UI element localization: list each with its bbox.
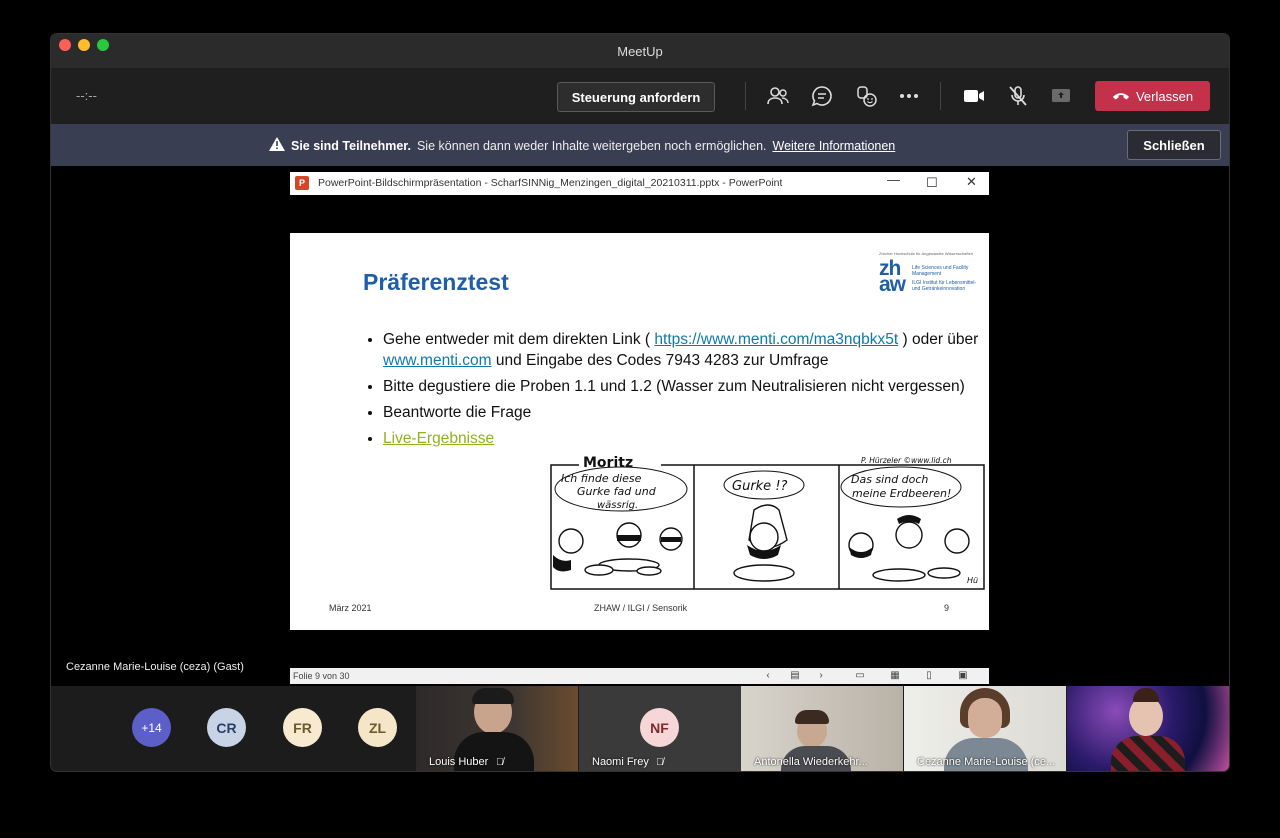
comic-panel2-text: Gurke !?	[732, 479, 788, 494]
participant-avatar-fr[interactable]: FR	[283, 708, 322, 747]
phone-icon	[1112, 89, 1130, 104]
restore-icon: ☐	[926, 175, 938, 190]
tile-name: Naomi Frey	[592, 756, 649, 768]
reactions-icon[interactable]	[854, 84, 878, 108]
participant-avatar-cr[interactable]: CR	[207, 708, 246, 747]
live-results-link[interactable]: Live-Ergebnisse	[383, 430, 494, 447]
video-tile-galaxy[interactable]	[1067, 686, 1229, 771]
participant-strip: +14 CR FR ZL Louis Huber 🎙̸ NF Naomi Fre…	[51, 686, 1229, 771]
minimize-icon: —	[887, 172, 900, 187]
more-info-link[interactable]: Weitere Informationen	[773, 139, 896, 153]
moritz-comic: Moritz P. Hürzeler ©www.lid.ch Ich finde…	[550, 455, 985, 590]
bullet-taste: Bitte degustiere die Proben 1.1 und 1.2 …	[383, 376, 983, 397]
close-banner-button[interactable]: Schließen	[1127, 130, 1221, 160]
toolbar-separator	[745, 82, 746, 110]
participant-avatar-zl[interactable]: ZL	[358, 708, 397, 747]
slide-counter: Folie 9 von 30	[293, 671, 350, 681]
window-title: MeetUp	[617, 44, 663, 59]
participant-video	[1129, 696, 1163, 736]
normal-view-icon: ▭	[855, 670, 865, 681]
banner-bold: Sie sind Teilnehmer.	[291, 138, 411, 153]
slide-title: Präferenztest	[363, 269, 509, 295]
video-tile-cezanne[interactable]: Cezanne Marie-Louise (ce...	[904, 686, 1066, 771]
title-bar: MeetUp	[51, 34, 1229, 68]
meeting-toolbar: --:-- Steuerung anfordern Verlassen	[51, 68, 1229, 124]
presenter-name: Cezanne Marie-Louise (ceza) (Gast)	[66, 661, 244, 673]
bullet-answer: Beantworte die Frage	[383, 402, 983, 423]
comic-panel1-line1: Ich finde diese	[561, 472, 642, 485]
leave-label: Verlassen	[1135, 88, 1194, 104]
comic-credit: P. Hürzeler ©www.lid.ch	[861, 456, 952, 465]
close-icon: ✕	[966, 174, 977, 189]
comic-panel3-line2: meine Erdbeeren!	[852, 487, 951, 500]
slide-footer-center: ZHAW / ILGI / Sensorik	[594, 603, 688, 613]
people-icon[interactable]	[766, 84, 790, 108]
shared-screen: P PowerPoint-Bildschirmpräsentation - Sc…	[51, 166, 1229, 686]
prev-slide-icon: ‹	[766, 670, 770, 681]
video-tile-naomi[interactable]: NF Naomi Frey 🎙̸	[579, 686, 741, 771]
slide-date: März 2021	[329, 603, 372, 613]
comic-panel1-line2: Gurke fad und	[577, 485, 657, 498]
powerpoint-logo-icon: P	[295, 176, 309, 190]
logo-text: Life Sciences und Facility Management IL…	[912, 265, 977, 292]
menti-link[interactable]: www.menti.com	[383, 352, 492, 369]
banner-text: Sie können dann weder Inhalte weitergebe…	[416, 138, 767, 153]
more-participants-badge[interactable]: +14	[132, 708, 171, 747]
zhaw-logo: Zürcher Hochschule für Angewandte Wissen…	[879, 251, 979, 295]
mic-off-icon: 🎙̸	[656, 757, 664, 768]
video-tile-louis[interactable]: Louis Huber 🎙̸	[416, 686, 578, 771]
comic-signature: Hü	[967, 576, 978, 585]
leave-button[interactable]: Verlassen	[1095, 81, 1210, 111]
participant-banner: Sie sind Teilnehmer. Sie können dann wed…	[51, 124, 1229, 166]
request-control-button[interactable]: Steuerung anfordern	[557, 82, 715, 112]
bullet-live: Live-Ergebnisse	[383, 428, 983, 449]
share-icon[interactable]	[1049, 84, 1073, 108]
bullet-menti: Gehe entweder mit dem direkten Link ( ht…	[383, 329, 983, 371]
menti-direct-link[interactable]: https://www.menti.com/ma3nqbkx5t	[654, 331, 898, 348]
participant-avatar-nf: NF	[640, 708, 679, 747]
powerpoint-statusbar: Folie 9 von 30 ‹ ▤ › ▭ ▦ ▯ ▣	[290, 668, 989, 684]
slide-menu-icon: ▤	[790, 670, 800, 681]
powerpoint-titlebar: P PowerPoint-Bildschirmpräsentation - Sc…	[290, 172, 989, 195]
slideshow-view-icon: ▣	[958, 670, 968, 681]
logo-tiny-text: Zürcher Hochschule für Angewandte Wissen…	[879, 251, 974, 256]
more-icon[interactable]	[897, 84, 921, 108]
camera-icon[interactable]	[962, 84, 986, 108]
toolbar-separator	[940, 82, 941, 110]
chat-icon[interactable]	[810, 84, 834, 108]
next-slide-icon: ›	[819, 670, 823, 681]
tile-name: Louis Huber	[429, 756, 489, 768]
tile-name: Antonella Wiederkehr...	[754, 756, 868, 768]
logo-mark: zh aw	[879, 257, 906, 296]
mic-off-icon[interactable]	[1006, 84, 1030, 108]
slide-number: 9	[944, 603, 950, 613]
powerpoint-title: PowerPoint-Bildschirmpräsentation - Scha…	[318, 177, 783, 189]
meeting-window: MeetUp --:-- Steuerung anfordern Verlass…	[51, 34, 1229, 771]
reading-view-icon: ▯	[926, 670, 932, 681]
banner-message: Sie sind Teilnehmer. Sie können dann wed…	[269, 137, 895, 154]
comic-panel3-line1: Das sind doch	[851, 473, 928, 486]
sorter-view-icon: ▦	[890, 670, 900, 681]
meeting-timer: --:--	[76, 88, 97, 103]
tile-name: Cezanne Marie-Louise (ce...	[917, 756, 1056, 768]
mic-off-icon: 🎙̸	[496, 757, 504, 768]
presentation-slide: Präferenztest Zürcher Hochschule für Ang…	[290, 233, 989, 630]
comic-panel1-line3: wässrig.	[597, 500, 638, 511]
video-tile-antonella[interactable]: Antonella Wiederkehr...	[741, 686, 903, 771]
slide-bullets: Gehe entweder mit dem direkten Link ( ht…	[363, 329, 983, 454]
warning-icon	[269, 137, 285, 154]
